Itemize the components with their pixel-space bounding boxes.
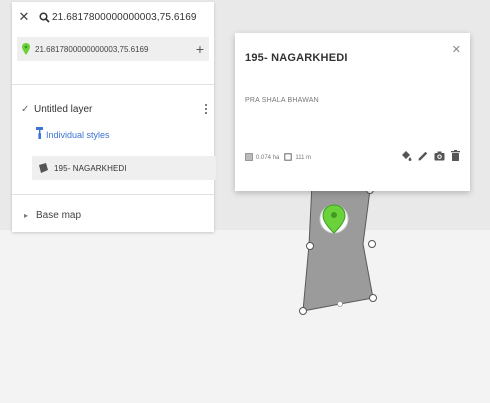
perimeter-stat: 111 m (284, 153, 311, 163)
popup-description: PRA SHALA BHAWAN (245, 97, 319, 104)
search-bar: ✕ 21.6817800000000003,75.6169 (12, 2, 214, 32)
layer-feature-item[interactable]: 195- NAGARKHEDI (32, 156, 216, 180)
area-value: 0.074 ha (256, 155, 280, 161)
map-pin-icon[interactable] (319, 204, 349, 234)
paint-roller-icon (36, 126, 43, 144)
map-pin-icon (17, 43, 35, 55)
paint-bucket-icon[interactable] (401, 150, 412, 161)
area-stat: 0.074 ha (245, 153, 279, 163)
layer-visibility-checkbox[interactable]: ✓ (21, 104, 30, 114)
divider (12, 84, 214, 85)
area-icon (245, 153, 253, 163)
popup-title: 195- NAGARKHEDI (245, 52, 348, 64)
chevron-right-icon[interactable]: ▸ (24, 211, 32, 220)
plus-icon[interactable]: + (191, 41, 209, 57)
pencil-icon[interactable] (418, 151, 428, 161)
close-icon[interactable]: ✕ (452, 43, 461, 56)
camera-icon[interactable] (434, 151, 445, 161)
layer-header[interactable]: ✓ Untitled layer (12, 100, 214, 118)
search-icon (36, 11, 52, 23)
base-map-row[interactable]: ▸ Base map (12, 206, 214, 224)
base-map-label: Base map (36, 209, 82, 221)
midpoint-handles[interactable] (337, 301, 343, 307)
layer-style-option[interactable]: Individual styles (36, 126, 110, 144)
close-icon[interactable]: ✕ (12, 9, 36, 25)
popup-actions (401, 150, 460, 161)
search-result-item[interactable]: 21.6817800000000003,75.6169 + (17, 37, 209, 61)
feature-measurements: 0.074 ha 111 m (245, 153, 316, 163)
individual-styles-link[interactable]: Individual styles (46, 130, 110, 140)
layer-title[interactable]: Untitled layer (34, 104, 198, 115)
divider (12, 194, 214, 195)
trash-icon[interactable] (451, 150, 460, 161)
feature-info-popup: 195- NAGARKHEDI ✕ PRA SHALA BHAWAN 0.074… (235, 33, 470, 191)
feature-label: 195- NAGARKHEDI (54, 163, 127, 173)
perimeter-icon (284, 153, 293, 163)
search-input[interactable]: 21.6817800000000003,75.6169 (52, 12, 197, 23)
layers-panel: ✕ 21.6817800000000003,75.6169 21.6817800… (12, 2, 216, 232)
polygon-icon (32, 163, 54, 173)
more-vert-icon[interactable] (198, 104, 214, 114)
perimeter-value: 111 m (295, 155, 312, 161)
search-result-label: 21.6817800000000003,75.6169 (35, 44, 149, 54)
